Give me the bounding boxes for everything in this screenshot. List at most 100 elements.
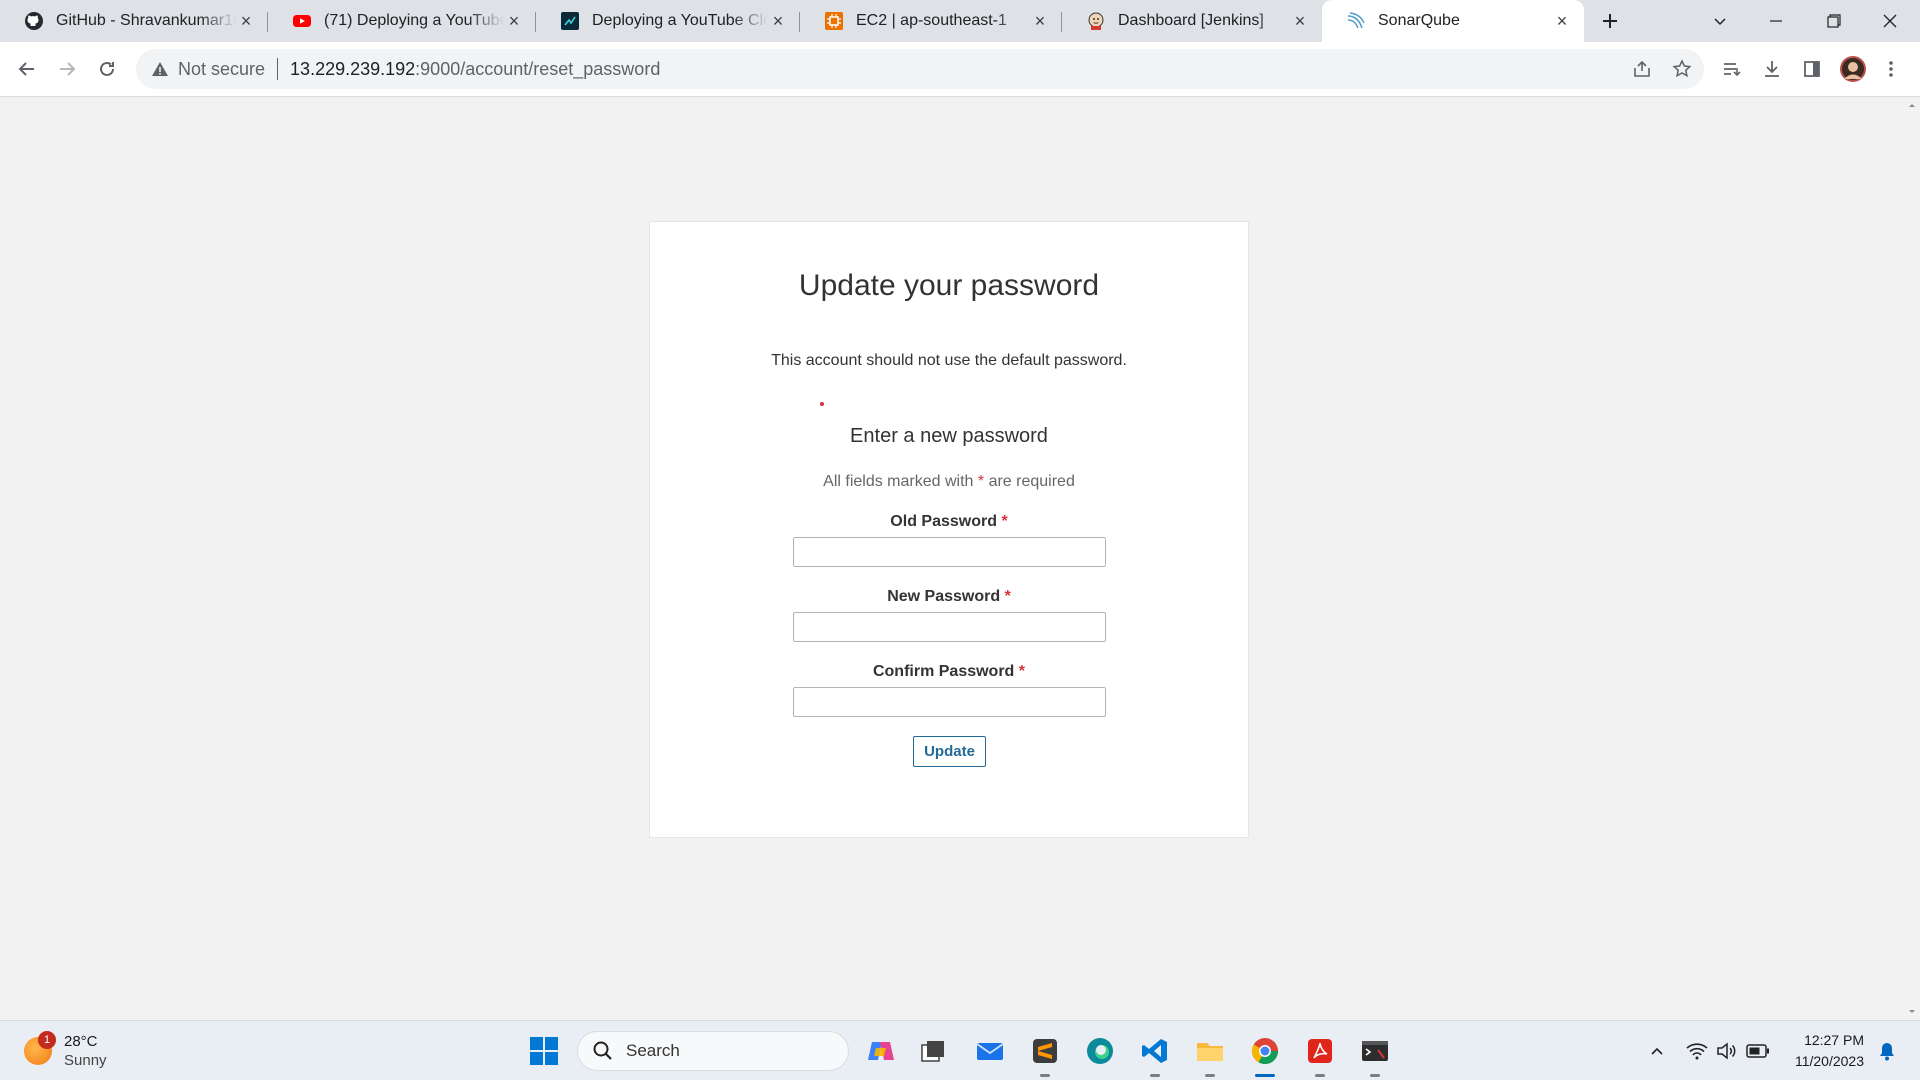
tab-strip: GitHub - Shravankumar1985 × (71) Deployi… [0,0,1920,42]
page-scrollbar[interactable] [1904,97,1920,1020]
weather-text: 28°C Sunny [64,1032,107,1070]
reload-button[interactable] [90,52,124,86]
weather-condition: Sunny [64,1052,107,1069]
close-window-button[interactable] [1862,0,1918,42]
copilot-icon [868,1042,894,1060]
new-password-field[interactable] [793,612,1106,642]
volume-status[interactable] [1713,1031,1741,1071]
tray-overflow-button[interactable] [1645,1031,1669,1071]
tab-ec2[interactable]: EC2 | ap-southeast-1 × [800,0,1062,42]
restore-button[interactable] [1806,0,1862,42]
more-vert-icon [1889,61,1893,77]
browser-toolbar: Not secure 13.229.239.192:9000/account/r… [0,42,1920,97]
close-icon[interactable]: × [1552,11,1572,31]
close-icon[interactable]: × [1290,11,1310,31]
forward-button[interactable] [50,52,84,86]
mail-app[interactable] [970,1031,1010,1071]
jenkins-icon [1086,11,1106,31]
copilot-app[interactable] [861,1031,901,1071]
menu-button[interactable] [1876,52,1906,86]
required-fields-note: All fields marked with * are required [650,473,1248,491]
default-password-warning: This account should not use the default … [771,352,1127,369]
mail-icon [976,1043,1004,1060]
address-bar[interactable]: Not secure 13.229.239.192:9000/account/r… [136,49,1704,89]
tab-title: (71) Deploying a YouTube Clone [324,12,504,29]
required-star: * [1018,663,1026,680]
update-button[interactable]: Update [913,736,986,767]
edge-app[interactable] [1080,1031,1120,1071]
volume-icon [1717,1042,1736,1060]
side-panel-icon [1804,61,1820,77]
required-prefix: All fields marked with [823,473,974,490]
old-password-field[interactable] [793,537,1106,567]
field-label-text: New Password [887,588,1001,605]
tab-sonarqube[interactable]: SonarQube × [1322,0,1584,42]
youtube-icon [292,11,312,31]
sublime-text-app[interactable] [1025,1031,1065,1077]
tab-jenkins[interactable]: Dashboard [Jenkins] × [1062,0,1322,42]
search-icon [593,1041,612,1060]
battery-status[interactable] [1743,1031,1773,1071]
terminal-app[interactable] [1355,1031,1395,1077]
confirm-password-field[interactable] [793,687,1106,717]
running-indicator [1040,1074,1050,1077]
profile-avatar[interactable] [1836,52,1870,86]
side-panel-button[interactable] [1795,52,1829,86]
tab-youtube[interactable]: (71) Deploying a YouTube Clone × [268,0,536,42]
required-suffix: are required [988,473,1075,490]
new-password-label: New Password * [650,588,1248,606]
omnibox-divider [277,58,279,80]
aws-icon [824,11,844,31]
close-icon[interactable]: × [768,11,788,31]
close-icon[interactable]: × [1030,11,1050,31]
running-indicator [1370,1074,1380,1077]
running-indicator [1150,1074,1160,1077]
acrobat-icon [1308,1039,1332,1063]
weather-temp: 28°C [64,1033,98,1050]
url-text[interactable]: 13.229.239.192:9000/account/reset_passwo… [290,59,660,80]
tab-github[interactable]: GitHub - Shravankumar1985 × [0,0,268,42]
reading-list-button[interactable] [1715,52,1749,86]
downloads-button[interactable] [1755,52,1789,86]
tab-article[interactable]: Deploying a YouTube Clone × [536,0,800,42]
sun-icon: 1 [24,1031,56,1065]
warning-icon[interactable] [150,59,170,79]
back-button[interactable] [10,52,44,86]
running-indicator [1205,1074,1215,1077]
tab-title: Dashboard [Jenkins] [1118,12,1264,29]
download-icon [1765,61,1779,77]
close-icon[interactable]: × [504,11,524,31]
weather-widget[interactable]: 1 28°C Sunny [24,1029,107,1073]
github-icon [24,11,44,31]
minimize-button[interactable] [1748,0,1804,42]
security-label[interactable]: Not secure [178,59,265,80]
tab-search-button[interactable] [1692,0,1748,42]
vscode-app[interactable] [1135,1031,1175,1077]
sublime-text-icon [1033,1039,1057,1063]
field-label-text: Old Password [890,513,997,530]
chrome-app[interactable] [1245,1031,1285,1077]
system-clock[interactable]: 12:27 PM 11/20/2023 [1780,1030,1864,1072]
task-view-app[interactable] [913,1031,953,1071]
acrobat-app[interactable] [1300,1031,1340,1077]
notifications-button[interactable] [1873,1031,1901,1071]
plus-icon [1603,14,1617,28]
share-icon [1634,60,1650,77]
page-viewport: Update your password This account should… [0,97,1904,1020]
bookmark-button[interactable] [1662,49,1702,89]
file-explorer-app[interactable] [1190,1031,1230,1077]
start-button[interactable] [524,1031,564,1071]
minimize-icon [1770,20,1782,22]
folder-icon [1197,1043,1223,1061]
field-label-text: Confirm Password [872,663,1015,680]
form-subtitle: Enter a new password [850,425,1048,447]
dev-icon [560,11,580,31]
taskbar-search[interactable]: Search [577,1031,849,1071]
wifi-status[interactable] [1683,1031,1711,1071]
new-tab-button[interactable] [1584,0,1636,42]
restore-icon [1827,14,1841,28]
close-icon[interactable]: × [236,11,256,31]
confirm-password-label: Confirm Password * [650,663,1248,681]
share-button[interactable] [1622,49,1662,89]
url-path: :9000/account/reset_password [415,58,661,79]
